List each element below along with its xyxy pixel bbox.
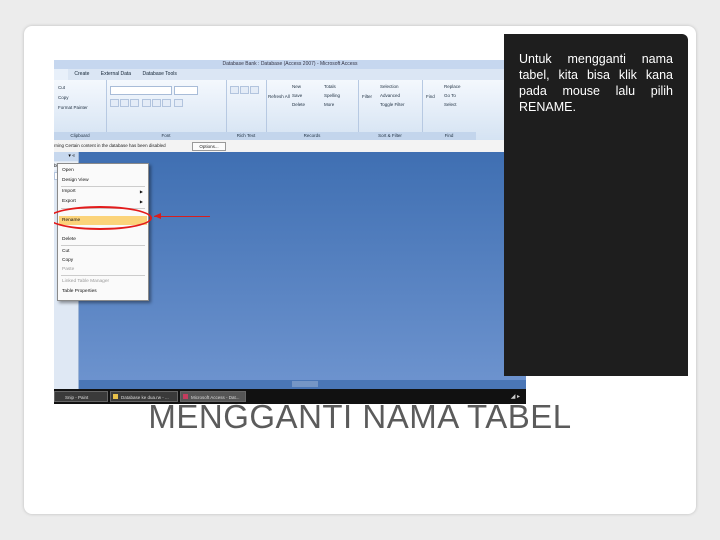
office-tab-stub[interactable] [54, 69, 68, 80]
selection-button[interactable]: Selection [380, 84, 399, 89]
menu-item-linked-table-manager[interactable]: Linked Table Manager [59, 277, 147, 286]
pointer-arrow-icon [154, 213, 161, 219]
select-button[interactable]: Select [444, 102, 457, 107]
group-font: Font [106, 80, 227, 140]
group-label-sort-filter: Sort & Filter [358, 132, 422, 140]
toggle-filter-button[interactable]: Toggle Filter [380, 102, 405, 107]
group-sort-filter: Filter Selection Advanced Toggle Filter … [358, 80, 423, 140]
horizontal-scrollbar[interactable] [79, 380, 526, 389]
menu-item-copy[interactable]: Copy [59, 256, 147, 265]
menu-item-export[interactable]: Export ▶ [59, 197, 147, 206]
group-label-rich-text: Rich Text [226, 132, 266, 140]
tab-external-data[interactable]: External Data [96, 69, 136, 80]
slide: Database Bank : Database (Access 2007) -… [24, 26, 696, 514]
context-menu: Open Design View Import ▶ Export ▶ Rename … [57, 163, 149, 301]
underline-button[interactable] [130, 99, 139, 107]
menu-item-table-properties[interactable]: Table Properties [59, 287, 147, 296]
instruction-text: Untuk mengganti nama tabel, kita bisa kl… [519, 52, 673, 114]
submenu-arrow-icon: ▶ [139, 189, 143, 194]
replace-button[interactable]: Replace [444, 84, 461, 89]
submenu-arrow-icon: ▶ [139, 199, 143, 204]
new-record-button[interactable]: New [292, 84, 301, 89]
window-title: Database Bank : Database (Access 2007) -… [54, 60, 526, 69]
scrollbar-thumb[interactable] [292, 381, 318, 387]
spelling-button[interactable]: Spelling [324, 93, 340, 98]
filter-button[interactable]: Filter [362, 94, 372, 99]
align-right-button[interactable] [162, 99, 171, 107]
tab-create[interactable]: Create [69, 69, 94, 80]
note-panel: Untuk mengganti nama tabel, kita bisa kl… [504, 34, 688, 376]
font-color-button[interactable] [174, 99, 183, 107]
font-size-select[interactable] [174, 86, 198, 95]
save-record-button[interactable]: Save [292, 93, 302, 98]
group-records: Refresh All New Save Delete Totals Spell… [266, 80, 359, 140]
menu-item-open[interactable]: Open [59, 166, 147, 175]
go-to-button[interactable]: Go To [444, 93, 456, 98]
group-label-records: Records [266, 132, 358, 140]
group-label-clipboard: Clipboard [54, 132, 106, 140]
access-screenshot: Database Bank : Database (Access 2007) -… [54, 60, 526, 404]
menu-item-delete[interactable]: Delete [59, 235, 147, 244]
security-warning-text: rning Certain content in the database ha… [54, 143, 166, 148]
cut-button[interactable]: Cut [58, 85, 65, 90]
bold-button[interactable] [110, 99, 119, 107]
refresh-all-button[interactable]: Refresh All [268, 94, 290, 99]
advanced-button[interactable]: Advanced [380, 93, 400, 98]
totals-button[interactable]: Totals [324, 84, 336, 89]
nav-pane-header: ▾ « [54, 152, 78, 161]
indent-button[interactable] [250, 86, 259, 94]
menu-item-import[interactable]: Import ▶ [59, 187, 147, 196]
numbering-button[interactable] [240, 86, 249, 94]
font-name-select[interactable] [110, 86, 172, 95]
group-clipboard: Cut Copy Format Painter Clipboard [54, 80, 107, 140]
slide-title: MENGGANTI NAMA TABEL [148, 398, 572, 435]
tab-database-tools[interactable]: Database Tools [137, 69, 181, 80]
ribbon-tabs: Create External Data Database Tools [54, 69, 526, 80]
menu-item-paste[interactable]: Paste [59, 265, 147, 274]
pointer-arrow-line [154, 216, 210, 217]
menu-separator [61, 275, 145, 276]
group-label-find: Find [422, 132, 476, 140]
copy-button[interactable]: Copy [58, 95, 69, 100]
options-button[interactable]: Options... [192, 142, 226, 151]
ribbon: Cut Copy Format Painter Clipboard Font R… [54, 80, 526, 141]
align-center-button[interactable] [152, 99, 161, 107]
menu-item-design-view[interactable]: Design View [59, 176, 147, 185]
bullets-button[interactable] [230, 86, 239, 94]
delete-record-button[interactable]: Delete [292, 102, 305, 107]
more-button[interactable]: More [324, 102, 334, 107]
group-label-font: Font [106, 132, 226, 140]
find-button[interactable]: Find [426, 94, 435, 99]
menu-separator [61, 245, 145, 246]
group-find: Find Replace Go To Select Find [422, 80, 476, 140]
italic-button[interactable] [120, 99, 129, 107]
format-painter-button[interactable]: Format Painter [58, 105, 88, 110]
shutter-bar-close-icon[interactable]: « [72, 153, 75, 159]
menu-item-cut[interactable]: Cut [59, 247, 147, 256]
chevron-down-icon[interactable]: ▾ [68, 153, 71, 159]
align-left-button[interactable] [142, 99, 151, 107]
group-rich-text: Rich Text [226, 80, 267, 140]
